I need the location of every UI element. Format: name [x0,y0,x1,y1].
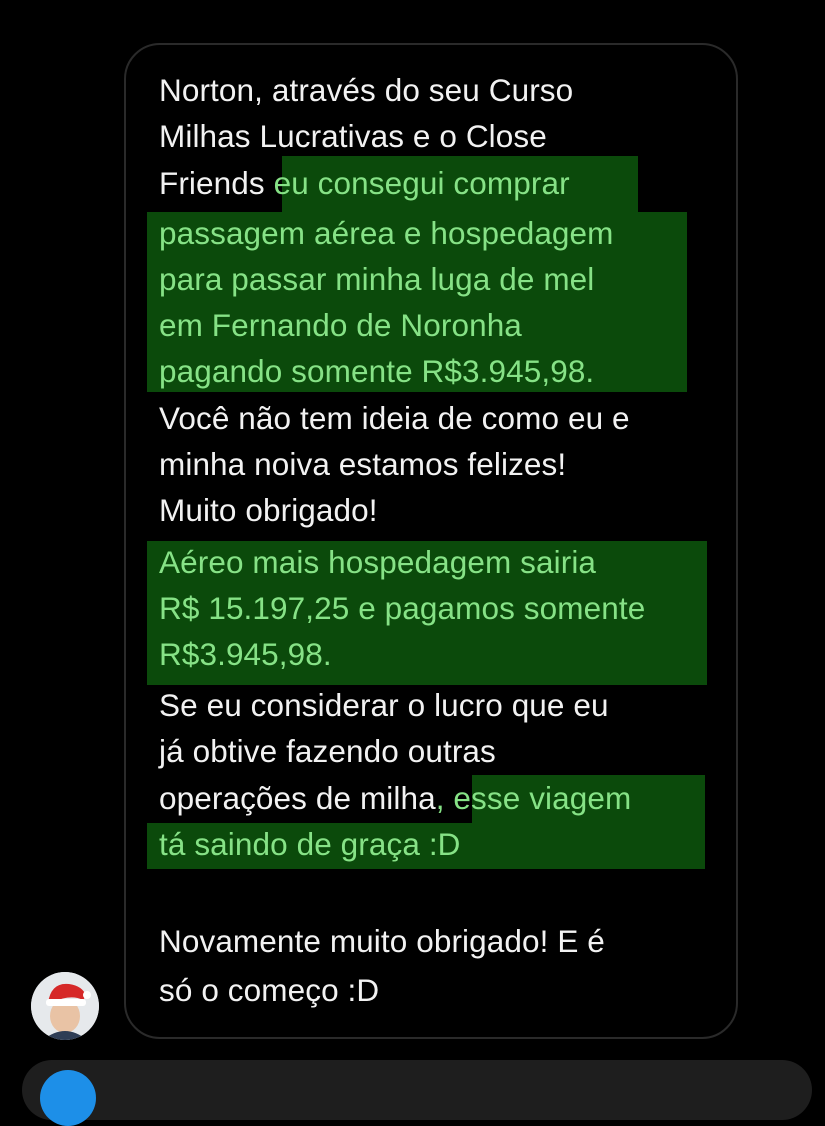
message-text-segment: Norton, através do seu Curso [159,72,574,108]
message-line: Se eu considerar o lucro que eu [159,682,609,728]
camera-button[interactable] [40,1070,96,1126]
highlighted-text: em Fernando de Noronha [159,307,522,343]
highlighted-text: Aéreo mais hospedagem sairia [159,544,597,580]
message-line: Muito obrigado! [159,487,378,533]
message-line: Friends eu consegui comprar [159,160,570,206]
message-line: R$ 15.197,25 e pagamos somente [159,585,645,631]
message-text-segment: Friends [159,165,274,201]
message-line: passagem aérea e hospedagem [159,210,614,256]
highlighted-text: tá saindo de graça :D [159,826,461,862]
message-text-segment: Muito obrigado! [159,492,378,528]
avatar-icon [31,972,99,1040]
message-line: pagando somente R$3.945,98. [159,348,594,394]
message-line: minha noiva estamos felizes! [159,441,566,487]
user-avatar[interactable] [31,972,99,1040]
highlighted-text: pagando somente R$3.945,98. [159,353,595,389]
message-line: para passar minha luga de mel [159,256,594,302]
message-line: Norton, através do seu Curso [159,67,573,113]
message-text-segment: minha noiva estamos felizes! [159,446,567,482]
message-line: em Fernando de Noronha [159,302,522,348]
message-line: R$3.945,98. [159,631,332,677]
message-line: Novamente muito obrigado! E é [159,918,605,964]
message-text-segment: Você não tem ideia de como eu e [159,400,630,436]
highlighted-text: eu consegui comprar [273,165,570,201]
message-text-segment: Milhas Lucrativas e o Close [159,118,547,154]
message-text-segment: só o começo :D [159,972,380,1008]
highlighted-text: R$3.945,98. [159,636,332,672]
message-text-segment: Novamente muito obrigado! E é [159,923,605,959]
message-line: Aéreo mais hospedagem sairia [159,539,596,585]
message-line: tá saindo de graça :D [159,821,461,867]
message-line: só o começo :D [159,967,379,1013]
message-line: já obtive fazendo outras [159,728,496,774]
highlighted-text: R$ 15.197,25 e pagamos somente [159,590,646,626]
message-line: operações de milha, esse viagem [159,775,631,821]
message-line: Milhas Lucrativas e o Close [159,113,547,159]
message-line: Você não tem ideia de como eu e [159,395,630,441]
message-text-segment: já obtive fazendo outras [159,733,496,769]
highlighted-text: para passar minha luga de mel [159,261,595,297]
message-text-segment: Se eu considerar o lucro que eu [159,687,609,723]
highlighted-text: passagem aérea e hospedagem [159,215,614,251]
message-text-segment: operações de milha [159,780,436,816]
highlighted-text: , esse viagem [435,780,632,816]
message-composer[interactable] [22,1060,812,1120]
